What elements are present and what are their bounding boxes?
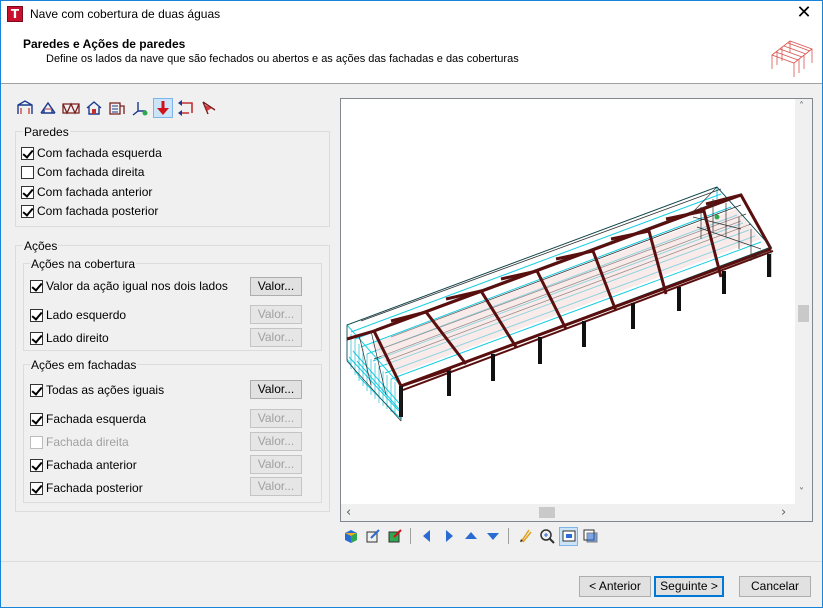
arrow-down-icon[interactable] (483, 527, 502, 546)
close-icon[interactable]: ✕ (794, 4, 814, 24)
facade-actions-legend: Ações em fachadas (30, 358, 138, 372)
checkbox-label: Valor da ação igual nos dois lados (46, 279, 228, 293)
checkbox-box[interactable] (30, 383, 43, 397)
checkbox-label: Lado esquerdo (46, 308, 127, 322)
checkbox-label: Com fachada anterior (37, 185, 153, 199)
title-bar: T Nave com cobertura de duas águas ✕ (1, 1, 822, 29)
facade-front-checkbox[interactable]: Fachada anterior (30, 458, 137, 472)
load-arrow-icon[interactable] (153, 98, 173, 118)
toolbar-separator (508, 528, 509, 544)
toolbar-separator (410, 528, 411, 544)
horizontal-scroll-thumb[interactable] (539, 507, 555, 518)
facade-all-same-checkbox[interactable]: Todas as ações iguais (30, 383, 164, 397)
checkbox-box[interactable] (30, 458, 43, 472)
roof-left-checkbox[interactable]: Lado esquerdo (30, 308, 126, 322)
arrow-up-icon[interactable] (461, 527, 480, 546)
checkbox-box[interactable] (21, 185, 34, 199)
scroll-left-icon[interactable]: ‹ (346, 505, 351, 520)
model-viewport[interactable]: ˄ ˅ ‹ › (340, 98, 813, 522)
gable-icon[interactable] (38, 98, 58, 118)
checkbox-label: Fachada esquerda (46, 412, 147, 426)
checkbox-box[interactable] (30, 331, 43, 345)
facade-left-value-button[interactable]: Valor... (250, 409, 302, 428)
house-icon[interactable] (84, 98, 104, 118)
facade-front-value-button[interactable]: Valor... (250, 455, 302, 474)
footer-divider (1, 561, 822, 562)
facade-back-checkbox[interactable]: Fachada posterior (30, 481, 143, 495)
warehouse-3d-model (346, 186, 774, 422)
axis-icon[interactable] (130, 98, 150, 118)
scroll-corner (795, 504, 812, 521)
checkbox-label: Fachada direita (46, 435, 129, 449)
step-title: Paredes e Ações de paredes (23, 37, 186, 51)
app-logo-icon: T (7, 6, 23, 22)
wind-icon[interactable] (199, 98, 219, 118)
facade-right-value-button[interactable]: Valor... (250, 432, 302, 451)
checkbox-box[interactable] (30, 279, 43, 293)
facade-left-checkbox[interactable]: Fachada esquerda (30, 412, 146, 426)
arrow-left-icon[interactable] (417, 527, 436, 546)
checkbox-box[interactable] (30, 412, 43, 426)
facade-back-value-button[interactable]: Valor... (250, 477, 302, 496)
cube-icon[interactable] (341, 527, 360, 546)
frame-icon[interactable] (15, 98, 35, 118)
arrow-right-icon[interactable] (439, 527, 458, 546)
window-title: Nave com cobertura de duas águas (30, 7, 221, 21)
wall-front-checkbox[interactable]: Com fachada anterior (21, 185, 152, 199)
horizontal-scrollbar[interactable]: ‹ › (341, 504, 795, 521)
next-button[interactable]: Seguinte > (654, 576, 724, 597)
building-icon[interactable] (107, 98, 127, 118)
checkbox-label: Com fachada esquerda (37, 146, 162, 160)
viewer-toolbar (341, 526, 600, 546)
wall-back-checkbox[interactable]: Com fachada posterior (21, 204, 158, 218)
roof-actions-legend: Ações na cobertura (30, 257, 137, 271)
paint-view-icon[interactable] (385, 527, 404, 546)
edit-view-icon[interactable] (363, 527, 382, 546)
dialog-window: T Nave com cobertura de duas águas ✕ Par… (0, 0, 823, 608)
roof-same-checkbox[interactable]: Valor da ação igual nos dois lados (30, 279, 228, 293)
checkbox-label: Todas as ações iguais (46, 383, 165, 397)
checkbox-box[interactable] (30, 308, 43, 322)
checkbox-label: Fachada anterior (46, 458, 137, 472)
scroll-up-icon[interactable]: ˄ (799, 101, 804, 112)
checkbox-label: Lado direito (46, 331, 109, 345)
checkbox-box[interactable] (21, 165, 34, 179)
checkbox-label: Fachada posterior (46, 481, 143, 495)
vertical-scrollbar[interactable]: ˄ ˅ (795, 99, 812, 504)
vertical-scroll-thumb[interactable] (798, 305, 809, 322)
zoom-icon[interactable] (537, 527, 556, 546)
reverse-load-icon[interactable] (176, 98, 196, 118)
roof-left-value-button[interactable]: Valor... (250, 305, 302, 324)
checkbox-box[interactable] (30, 435, 43, 449)
roof-right-value-button[interactable]: Valor... (250, 328, 302, 347)
scroll-down-icon[interactable]: ˅ (799, 487, 804, 498)
roof-logo-icon (771, 40, 813, 77)
actions-legend: Ações (23, 239, 59, 253)
pan-icon[interactable] (515, 527, 534, 546)
facade-right-checkbox[interactable]: Fachada direita (30, 435, 129, 449)
checkbox-label: Com fachada posterior (37, 204, 159, 218)
checkbox-box[interactable] (21, 146, 34, 160)
walls-legend: Paredes (23, 125, 70, 139)
checkbox-box[interactable] (21, 204, 34, 218)
roof-right-checkbox[interactable]: Lado direito (30, 331, 109, 345)
facade-all-same-value-button[interactable]: Valor... (250, 380, 302, 399)
walls-toolbar (15, 98, 219, 120)
wall-right-checkbox[interactable]: Com fachada direita (21, 165, 144, 179)
cancel-button[interactable]: Cancelar (739, 576, 811, 597)
zoom-extents-icon[interactable] (581, 527, 600, 546)
wizard-header: Paredes e Ações de paredes Define os lad… (1, 29, 822, 84)
previous-button[interactable]: < Anterior (579, 576, 651, 597)
wall-left-checkbox[interactable]: Com fachada esquerda (21, 146, 162, 160)
zoom-window-icon[interactable] (559, 526, 578, 546)
truss-icon[interactable] (61, 98, 81, 118)
step-subtitle: Define os lados da nave que são fechados… (46, 53, 519, 65)
roof-same-value-button[interactable]: Valor... (250, 277, 302, 296)
checkbox-box[interactable] (30, 481, 43, 495)
checkbox-label: Com fachada direita (37, 165, 145, 179)
scroll-right-icon[interactable]: › (781, 505, 786, 520)
